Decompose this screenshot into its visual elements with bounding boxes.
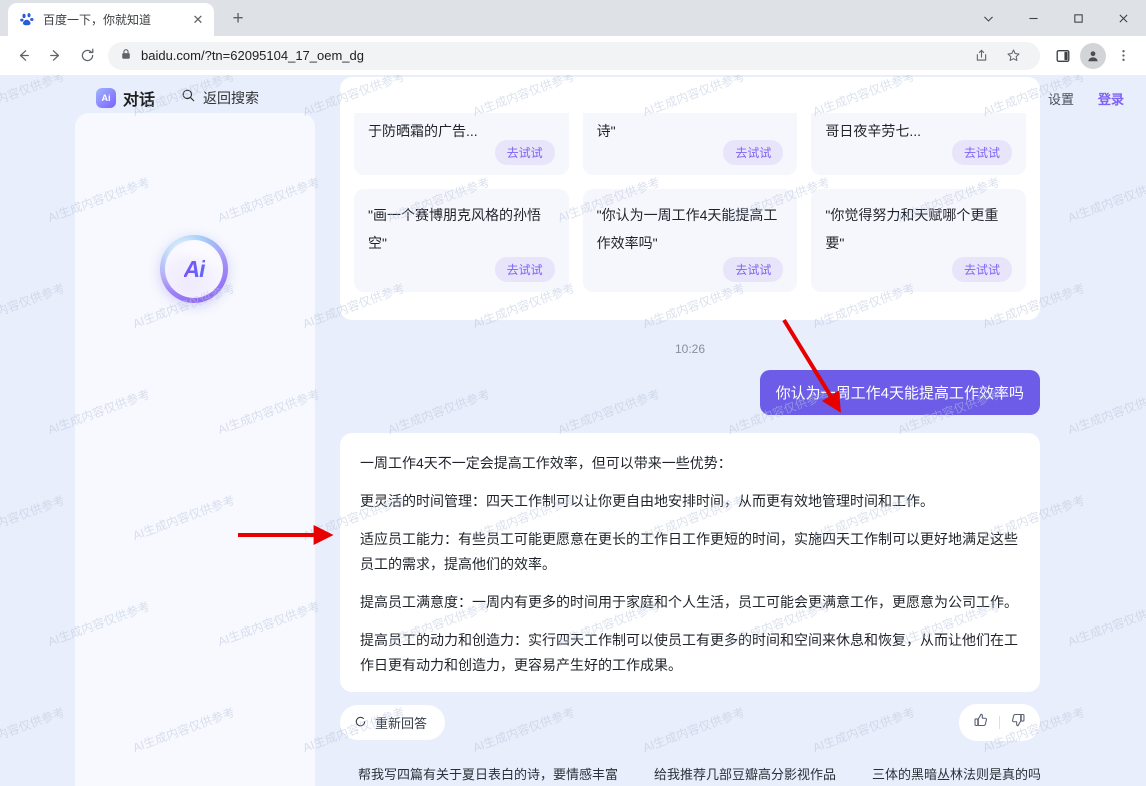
suggestion-cards-row-2: "画一个赛博朋克风格的孙悟空" 去试试 "你认为一周工作4天能提高工作效率吗" … bbox=[354, 189, 1027, 292]
ai-avatar: Ai bbox=[160, 235, 228, 303]
app-title-group: Ai 对话 bbox=[96, 86, 155, 110]
suggestion-card[interactable]: 以日升路口为背景，写一篇关于防晒霜的广告... 去试试 bbox=[354, 113, 569, 175]
tab-close-icon[interactable]: ✕ bbox=[190, 12, 206, 28]
share-icon[interactable] bbox=[966, 41, 996, 71]
watermark-text: AI生成内容仅供参考 bbox=[0, 281, 67, 331]
suggestion-card-text: 以海老小街为开头写一篇藏头诗" bbox=[596, 123, 616, 139]
ai-logo-icon: Ai bbox=[96, 88, 116, 108]
star-icon[interactable] bbox=[998, 41, 1028, 71]
search-icon bbox=[181, 88, 196, 108]
ai-paragraph: 提高员工的动力和创造力：实行四天工作制可以使员工有更多的时间和空间来休息和恢复，… bbox=[360, 632, 1018, 673]
suggestion-chip[interactable]: 帮我写四篇有关于夏日表白的诗，要情感丰富 bbox=[340, 757, 636, 786]
rating-separator bbox=[999, 716, 1000, 729]
bottom-suggestion-chips: 帮我写四篇有关于夏日表白的诗，要情感丰富 给我推荐几部豆瓣高分影视作品 三体的黑… bbox=[340, 757, 1040, 786]
browser-window: 百度一下，你就知道 ✕ + baidu.com/?tn=62095104_17_… bbox=[0, 0, 1146, 786]
ai-paragraph: 适应员工能力：有些员工可能更愿意在更长的工作日工作更短的时间，实施四天工作制可以… bbox=[360, 531, 1018, 572]
suggestion-card-text: "你认为一周工作4天能提高工作效率吗" bbox=[596, 207, 778, 251]
suggestion-card[interactable]: 以海老小街为开头写一篇藏头诗" 去试试 bbox=[582, 113, 798, 175]
new-tab-button[interactable]: + bbox=[224, 5, 252, 33]
thumbs-down-icon[interactable] bbox=[1010, 712, 1026, 733]
suggestion-card[interactable]: "你认为一周工作4天能提高工作效率吗" 去试试 bbox=[582, 189, 798, 292]
window-controls bbox=[966, 0, 1146, 36]
response-actions: 重新回答 bbox=[340, 704, 1040, 741]
suggestion-card[interactable]: 你是记者，写一篇感谢快递小哥日夜辛劳七... 去试试 bbox=[811, 113, 1026, 175]
back-icon[interactable] bbox=[8, 41, 38, 71]
suggestion-chip[interactable]: 给我推荐几部豆瓣高分影视作品 bbox=[636, 757, 854, 786]
tab-title: 百度一下，你就知道 bbox=[43, 13, 152, 27]
reload-icon[interactable] bbox=[72, 41, 102, 71]
suggestion-card-text: 以日升路口为背景，写一篇关于防晒霜的广告... bbox=[368, 123, 478, 139]
side-panel-icon[interactable] bbox=[1048, 41, 1078, 71]
suggestion-cards-row-1: 以日升路口为背景，写一篇关于防晒霜的广告... 去试试 以海老小街为开头写一篇藏… bbox=[354, 113, 1026, 175]
login-button[interactable]: 登录 bbox=[1098, 89, 1124, 108]
address-bar-url: baidu.com/?tn=62095104_17_oem_dg bbox=[141, 48, 364, 63]
left-panel bbox=[75, 113, 315, 786]
ai-response-bubble: 一周工作4天不一定会提高工作效率，但可以带来一些优势： 更灵活的时间管理：四天工… bbox=[340, 433, 1040, 692]
watermark-text: AI生成内容仅供参考 bbox=[0, 493, 67, 543]
suggestion-chip[interactable]: 三体的黑暗丛林法则是真的吗 bbox=[854, 757, 1040, 786]
tab-strip: 百度一下，你就知道 ✕ + bbox=[0, 0, 1146, 36]
address-bar[interactable]: baidu.com/?tn=62095104_17_oem_dg bbox=[108, 41, 1040, 71]
message-timestamp: 10:26 bbox=[674, 342, 706, 356]
ai-avatar-label: Ai bbox=[183, 255, 206, 282]
try-it-button[interactable]: 去试试 bbox=[494, 140, 555, 165]
page-title: 对话 bbox=[123, 92, 156, 109]
suggestion-card-text: "画一个赛博朋克风格的孙悟空" bbox=[368, 207, 541, 251]
back-to-search-button[interactable]: 返回搜索 bbox=[181, 88, 259, 108]
suggestion-cards-panel: 以日升路口为背景，写一篇关于防晒霜的广告... 去试试 以海老小街为开头写一篇藏… bbox=[340, 77, 1040, 320]
ai-paragraph: 更灵活的时间管理：四天工作制可以让你更自由地安排时间，从而更有效地管理时间和工作… bbox=[360, 493, 934, 509]
thumbs-up-icon[interactable] bbox=[973, 712, 989, 733]
regenerate-label: 重新回答 bbox=[375, 716, 428, 731]
ai-paragraph: 一周工作4天不一定会提高工作效率，但可以带来一些优势： bbox=[360, 455, 732, 471]
suggestion-card[interactable]: "画一个赛博朋克风格的孙悟空" 去试试 bbox=[354, 189, 569, 292]
try-it-button[interactable]: 去试试 bbox=[494, 257, 555, 282]
baidu-paw-icon bbox=[19, 12, 35, 28]
refresh-icon bbox=[354, 715, 367, 731]
watermark-text: AI生成内容仅供参考 bbox=[1066, 599, 1146, 649]
suggestion-card-text: 你是记者，写一篇感谢快递小哥日夜辛劳七... bbox=[825, 123, 922, 139]
try-it-button[interactable]: 去试试 bbox=[952, 257, 1013, 282]
chevron-down-icon[interactable] bbox=[966, 0, 1011, 36]
back-to-search-label: 返回搜索 bbox=[203, 90, 260, 106]
watermark-text: AI生成内容仅供参考 bbox=[1066, 175, 1146, 225]
page-content: AI生成内容仅供参考 AI生成内容仅供参考 AI生成内容仅供参考 AI生成内容仅供参考… bbox=[0, 75, 1146, 786]
maximize-icon[interactable] bbox=[1056, 0, 1101, 36]
user-message-bubble: 你认为一周工作4天能提高工作效率吗 bbox=[759, 370, 1040, 415]
lock-icon bbox=[120, 47, 132, 65]
kebab-menu-icon[interactable] bbox=[1108, 41, 1138, 71]
try-it-button[interactable]: 去试试 bbox=[723, 257, 784, 282]
forward-icon[interactable] bbox=[40, 41, 70, 71]
watermark-text: AI生成内容仅供参考 bbox=[1066, 387, 1146, 437]
try-it-button[interactable]: 去试试 bbox=[723, 140, 784, 165]
ai-paragraph: 提高员工满意度：一周内有更多的时间用于家庭和个人生活，员工可能会更满意工作，更愿… bbox=[360, 594, 1018, 610]
close-icon[interactable] bbox=[1101, 0, 1146, 36]
suggestion-card[interactable]: "你觉得努力和天赋哪个更重要" 去试试 bbox=[811, 189, 1027, 292]
toolbar-right-icons bbox=[1048, 41, 1138, 71]
suggestion-card-text: "你觉得努力和天赋哪个更重要" bbox=[825, 207, 999, 251]
browser-toolbar: baidu.com/?tn=62095104_17_oem_dg bbox=[0, 36, 1146, 75]
regenerate-button[interactable]: 重新回答 bbox=[340, 705, 446, 740]
settings-label: 设置 bbox=[1047, 91, 1074, 107]
user-message-row: 你认为一周工作4天能提高工作效率吗 bbox=[340, 370, 1040, 415]
try-it-button[interactable]: 去试试 bbox=[952, 140, 1013, 165]
conversation-column: 以日升路口为背景，写一篇关于防晒霜的广告... 去试试 以海老小街为开头写一篇藏… bbox=[340, 77, 1040, 786]
ai-avatar-inner: Ai bbox=[165, 240, 223, 298]
profile-avatar[interactable] bbox=[1080, 42, 1106, 69]
minimize-icon[interactable] bbox=[1011, 0, 1056, 36]
browser-tab[interactable]: 百度一下，你就知道 ✕ bbox=[8, 3, 214, 36]
watermark-text: AI生成内容仅供参考 bbox=[0, 705, 67, 755]
rating-group bbox=[959, 704, 1040, 741]
